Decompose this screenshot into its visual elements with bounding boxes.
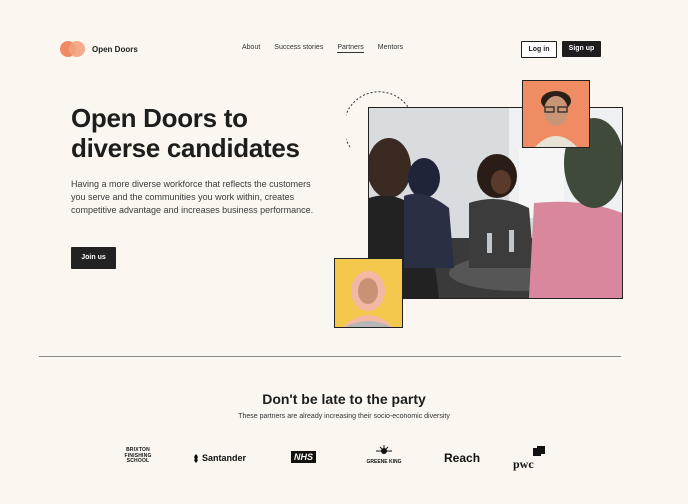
partners-subtitle: These partners are already increasing th… bbox=[238, 413, 450, 420]
brand-logo[interactable]: Open Doors bbox=[60, 41, 138, 57]
partner-logo-nhs: NHS bbox=[291, 451, 317, 463]
nav-links: About Success stories Partners Mentors bbox=[242, 44, 417, 53]
partner-logo-santander: Santander bbox=[192, 453, 246, 463]
hero-title: Open Doors to diverse candidates bbox=[71, 103, 351, 163]
nav-link-mentors[interactable]: Mentors bbox=[378, 44, 403, 53]
santander-text: Santander bbox=[202, 453, 247, 463]
partner-logo-reach: Reach bbox=[444, 451, 481, 465]
partners-title: Don't be late to the party bbox=[262, 391, 426, 407]
logo-mark-icon bbox=[60, 41, 86, 57]
nav-link-partners[interactable]: Partners bbox=[337, 44, 364, 53]
brand-name: Open Doors bbox=[92, 44, 138, 54]
partner-logo-brixton: BRIXTON FINISHING SCHOOL bbox=[124, 447, 152, 464]
portrait-woman-hijab bbox=[334, 258, 403, 328]
hero-title-line-1: Open Doors to bbox=[71, 103, 248, 133]
hero-title-line-2: diverse candidates bbox=[71, 133, 300, 163]
signup-button[interactable]: Sign up bbox=[562, 41, 601, 57]
greene-king-text: GREENE KING bbox=[366, 459, 402, 465]
partner-logo-pwc: pwc bbox=[513, 446, 549, 472]
partner-logo-greene-king: GREENE KING bbox=[357, 445, 411, 465]
hero-description: Having a more diverse workforce that ref… bbox=[71, 179, 314, 215]
join-us-button[interactable]: Join us bbox=[71, 247, 116, 269]
nav-link-about[interactable]: About bbox=[242, 44, 260, 53]
login-button[interactable]: Log in bbox=[521, 41, 557, 58]
portrait-man-glasses bbox=[522, 80, 590, 148]
pwc-text: pwc bbox=[513, 457, 534, 471]
section-divider bbox=[39, 356, 621, 357]
nav-link-success-stories[interactable]: Success stories bbox=[274, 44, 323, 53]
greene-king-emblem-icon bbox=[376, 445, 392, 454]
santander-flame-icon bbox=[194, 453, 198, 463]
